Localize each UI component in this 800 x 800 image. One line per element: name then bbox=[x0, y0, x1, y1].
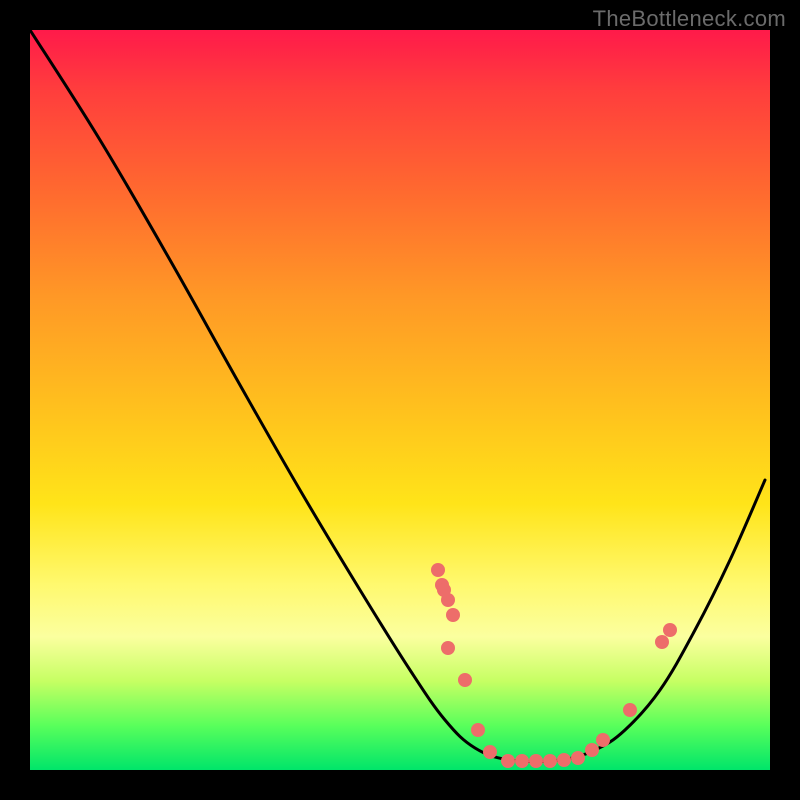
data-marker bbox=[623, 703, 637, 717]
data-marker bbox=[441, 641, 455, 655]
data-marker bbox=[483, 745, 497, 759]
watermark-text: TheBottleneck.com bbox=[593, 6, 786, 32]
data-marker bbox=[655, 635, 669, 649]
data-marker bbox=[543, 754, 557, 768]
data-marker bbox=[585, 743, 599, 757]
data-marker bbox=[571, 751, 585, 765]
data-marker bbox=[557, 753, 571, 767]
data-marker bbox=[431, 563, 445, 577]
data-marker bbox=[501, 754, 515, 768]
data-marker bbox=[458, 673, 472, 687]
data-marker bbox=[471, 723, 485, 737]
data-marker bbox=[437, 583, 451, 597]
data-marker bbox=[515, 754, 529, 768]
bottleneck-curve bbox=[30, 30, 765, 761]
chart-svg bbox=[30, 30, 770, 770]
data-marker bbox=[529, 754, 543, 768]
data-markers bbox=[431, 563, 677, 768]
data-marker bbox=[596, 733, 610, 747]
data-marker bbox=[446, 608, 460, 622]
data-marker bbox=[663, 623, 677, 637]
